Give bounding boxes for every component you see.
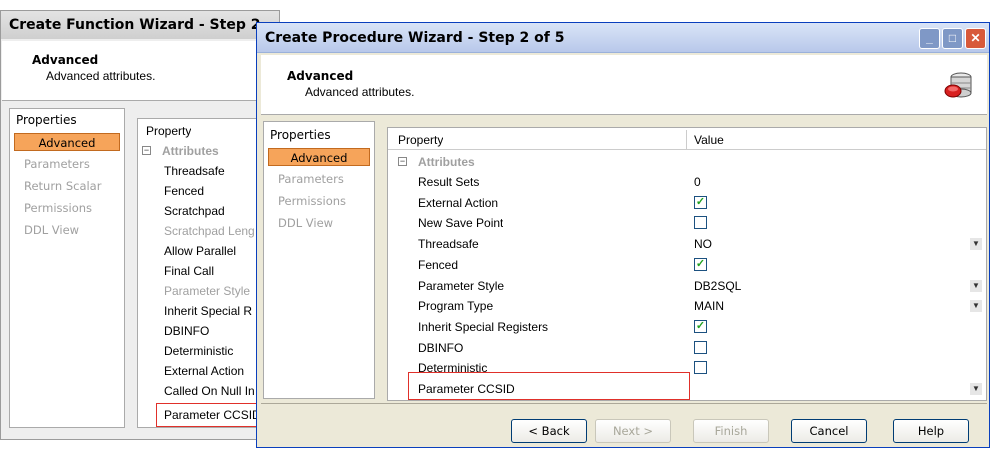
function-wizard-titlebar[interactable]: Create Function Wizard - Step 2 xyxy=(1,11,279,39)
close-button[interactable]: ✕ xyxy=(965,28,986,49)
checkbox[interactable] xyxy=(694,361,707,375)
finish-button[interactable]: Finish xyxy=(693,419,769,443)
procedure-row-label: DBINFO xyxy=(418,340,464,355)
function-group-label: Attributes xyxy=(162,144,219,158)
checkbox[interactable]: ✓ xyxy=(694,319,707,333)
collapse-icon[interactable]: − xyxy=(142,146,151,155)
function-row-label: Deterministic xyxy=(164,344,234,358)
dropdown-arrow-icon[interactable]: ▼ xyxy=(970,279,982,292)
checkbox[interactable]: ✓ xyxy=(694,257,707,271)
procedure-row-label: External Action xyxy=(418,195,499,210)
function-ccsid-highlight xyxy=(156,403,260,427)
button-bar-divider xyxy=(261,403,987,404)
procedure-row[interactable]: New Save Point xyxy=(388,213,986,233)
function-header-title: Advanced xyxy=(32,53,99,67)
function-row-label: Threadsafe xyxy=(164,164,225,178)
next-button[interactable]: Next > xyxy=(595,419,671,443)
procedure-row-label: Parameter Style xyxy=(418,278,505,293)
function-nav-ddl-view[interactable]: DDL View xyxy=(14,221,79,239)
procedure-grid-header: Property Value xyxy=(388,130,986,150)
function-nav-advanced[interactable]: Advanced xyxy=(14,133,120,151)
procedure-row[interactable]: Parameter Style DB2SQL ▼ xyxy=(388,276,986,296)
dropdown-arrow-icon[interactable]: ▼ xyxy=(970,383,982,395)
function-row-label: Called On Null In xyxy=(164,384,255,398)
procedure-row[interactable]: Inherit Special Registers ✓ xyxy=(388,317,986,337)
procedure-group-attributes[interactable]: − Attributes xyxy=(388,152,986,172)
procedure-row-label: Threadsafe xyxy=(418,237,479,252)
maximize-button[interactable]: □ xyxy=(942,28,963,49)
function-row-label: Final Call xyxy=(164,264,215,278)
procedure-row[interactable]: DBINFO xyxy=(388,338,986,358)
procedure-header-title: Advanced xyxy=(287,69,354,83)
procedure-row-value[interactable]: MAIN xyxy=(694,296,724,316)
function-grid-column-property: Property xyxy=(146,124,192,138)
procedure-row[interactable]: Program Type MAIN ▼ xyxy=(388,296,986,316)
database-wizard-icon xyxy=(944,72,972,98)
function-nav-heading: Properties xyxy=(16,113,77,127)
function-row-label: Parameter Style xyxy=(164,284,251,298)
minimize-button[interactable]: _ xyxy=(919,28,940,49)
procedure-wizard-title: Create Procedure Wizard - Step 2 of 5 xyxy=(265,29,565,46)
procedure-grid-column-property: Property xyxy=(398,133,444,147)
checkbox[interactable] xyxy=(694,216,707,230)
procedure-nav-heading: Properties xyxy=(270,128,331,142)
dropdown-arrow-icon[interactable]: ▼ xyxy=(970,238,982,251)
procedure-row-label: Fenced xyxy=(418,257,459,272)
collapse-icon[interactable]: − xyxy=(398,157,407,166)
procedure-row-label: New Save Point xyxy=(418,216,504,231)
procedure-wizard-titlebar[interactable]: Create Procedure Wizard - Step 2 of 5 xyxy=(257,23,989,53)
function-wizard-window: Create Function Wizard - Step 2 Advanced… xyxy=(0,10,280,440)
function-header-subtitle: Advanced attributes. xyxy=(46,69,156,83)
procedure-wizard-window: Create Procedure Wizard - Step 2 of 5 _ … xyxy=(256,22,990,448)
function-row-label: Fenced xyxy=(164,184,205,198)
checkbox[interactable] xyxy=(694,340,707,354)
function-property-grid: Property − Attributes Threadsafe Fenced … xyxy=(137,118,261,428)
procedure-row-label: Inherit Special Registers xyxy=(418,319,549,334)
procedure-row-label: Program Type xyxy=(418,299,494,314)
procedure-nav-panel: Properties Advanced Parameters Permissio… xyxy=(263,121,375,399)
procedure-row-value[interactable]: DB2SQL xyxy=(694,276,741,296)
procedure-property-grid: Property Value − Attributes Result Sets 0… xyxy=(387,127,987,401)
procedure-nav-parameters[interactable]: Parameters xyxy=(268,170,344,188)
help-button[interactable]: Help xyxy=(893,419,969,443)
function-header-pane: Advanced Advanced attributes. xyxy=(2,41,260,101)
function-row-label: External Action xyxy=(164,364,245,378)
procedure-nav-ddl-view[interactable]: DDL View xyxy=(268,214,333,232)
function-nav-panel: Properties Advanced Parameters Return Sc… xyxy=(9,108,125,428)
dropdown-arrow-icon[interactable]: ▼ xyxy=(970,300,982,313)
function-nav-permissions[interactable]: Permissions xyxy=(14,199,92,217)
function-row-label: Inherit Special R xyxy=(164,304,253,318)
procedure-row-value[interactable]: 0 xyxy=(694,172,701,192)
procedure-nav-permissions[interactable]: Permissions xyxy=(268,192,346,210)
procedure-row[interactable]: Fenced ✓ xyxy=(388,255,986,275)
procedure-row-label: Result Sets xyxy=(418,175,480,189)
function-row-label: Scratchpad Leng xyxy=(164,224,255,238)
cancel-button[interactable]: Cancel xyxy=(791,419,867,443)
function-row-label: DBINFO xyxy=(164,324,210,338)
function-row-label: Allow Parallel xyxy=(164,244,237,258)
procedure-row[interactable]: External Action ✓ xyxy=(388,193,986,213)
procedure-header-subtitle: Advanced attributes. xyxy=(305,85,415,99)
procedure-nav-advanced[interactable]: Advanced xyxy=(268,148,370,166)
column-divider[interactable] xyxy=(686,130,687,150)
function-nav-parameters[interactable]: Parameters xyxy=(14,155,90,173)
procedure-row[interactable]: Threadsafe NO ▼ xyxy=(388,234,986,254)
function-wizard-title: Create Function Wizard - Step 2 xyxy=(9,17,261,33)
back-button[interactable]: < Back xyxy=(511,419,587,443)
procedure-ccsid-highlight xyxy=(408,372,690,400)
procedure-header-pane: Advanced Advanced attributes. xyxy=(261,55,987,115)
function-row-label: Scratchpad xyxy=(164,204,225,218)
procedure-grid-column-value: Value xyxy=(694,133,724,147)
function-nav-return-scalar[interactable]: Return Scalar xyxy=(14,177,101,195)
procedure-row-value[interactable]: NO xyxy=(694,234,712,254)
procedure-group-label: Attributes xyxy=(418,155,475,169)
function-group-attributes[interactable]: − Attributes xyxy=(138,141,260,161)
procedure-row[interactable]: Result Sets 0 xyxy=(388,172,986,192)
checkbox[interactable]: ✓ xyxy=(694,195,707,209)
